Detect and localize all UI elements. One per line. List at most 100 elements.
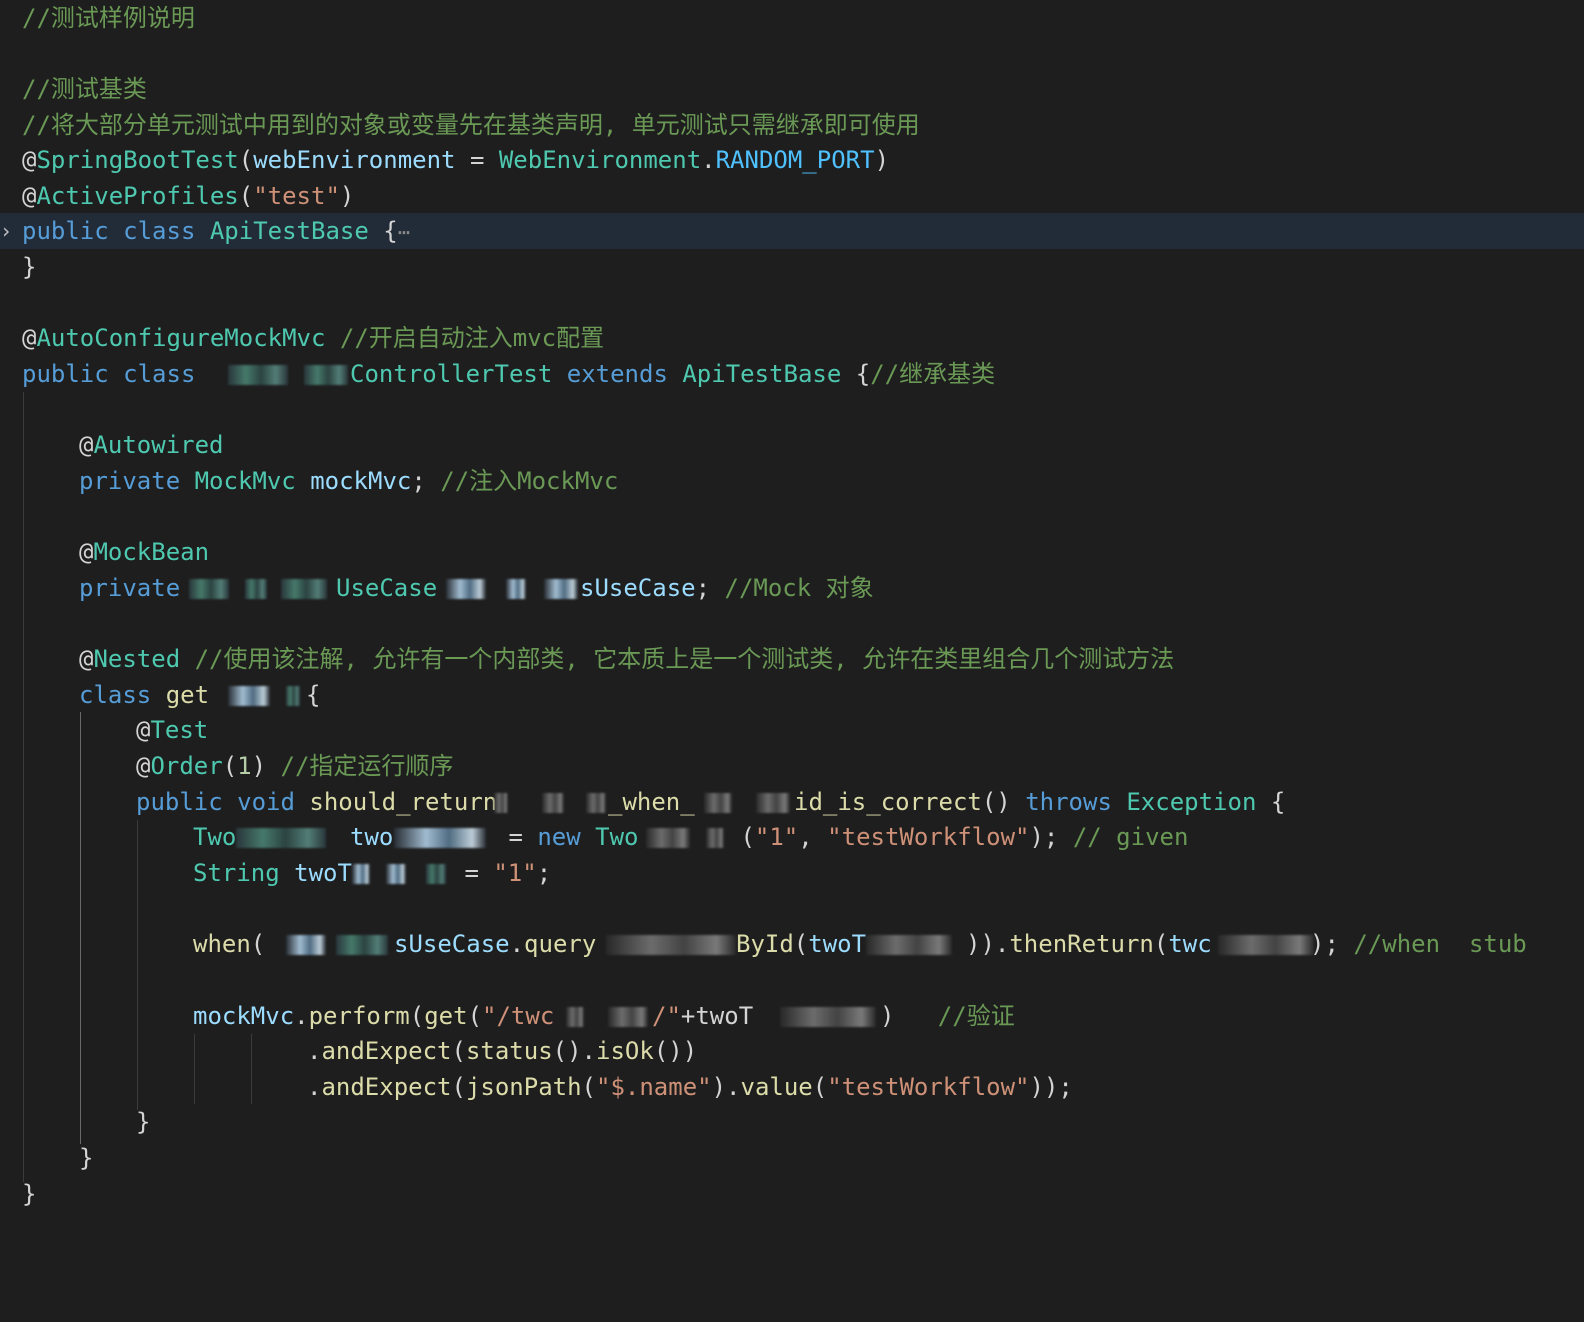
at-sign: @ (79, 645, 94, 673)
punct: { (1256, 788, 1286, 816)
class-name: ControllerTest (350, 360, 553, 388)
punct: . (307, 1037, 322, 1065)
punct: . (307, 1073, 322, 1101)
class-name: UseCase (336, 574, 438, 602)
annotation-line: @Nested //使用该注解, 允许有一个内部类, 它本质上是一个测试类, 允… (79, 641, 1174, 677)
punct: ( (793, 930, 809, 958)
code-line: when( sUseCase.query ById(twoT )).thenRe… (0, 926, 1584, 962)
comment: //开启自动注入mvc配置 (325, 324, 605, 352)
punct: ( (222, 752, 238, 780)
annotation-line: @Order(1) //指定运行顺序 (136, 748, 453, 784)
number-literal: 1 (237, 752, 252, 780)
operator: = (455, 146, 499, 174)
then-return: )).thenReturn(twc (966, 926, 1212, 962)
redacted-text (214, 677, 300, 713)
punct: ) (880, 1002, 895, 1030)
code-line: String twoT = "1"; (0, 855, 1584, 891)
class-name: ApiTestBase (682, 360, 842, 388)
when-call-rest: ById(twoT (736, 926, 866, 962)
code-line: .andExpect(jsonPath("$.name").value("tes… (0, 1069, 1584, 1105)
annotation-name: SpringBootTest (36, 146, 239, 174)
string-literal: "test" (253, 182, 340, 210)
method-declaration-rest: id_is_correct() throws Exception { (794, 784, 1285, 820)
redacted-text (214, 356, 348, 392)
keyword: private (79, 574, 195, 602)
constructor-call: = new Two (494, 819, 639, 855)
fold-chevron-icon[interactable]: › (0, 213, 12, 249)
string-literal: "/twc (482, 1002, 555, 1030)
at-sign: @ (22, 324, 37, 352)
comment: //验证 (894, 1002, 1015, 1030)
then-return-end: ); //when stub (1310, 926, 1527, 962)
class-name: get (165, 681, 210, 709)
redacted-text (352, 855, 446, 891)
code-line: @MockBean (0, 534, 1584, 570)
method-name: id_is_correct (794, 788, 982, 816)
closing-brace: } (136, 1108, 151, 1136)
code-line: //测试样例说明 (0, 0, 1584, 36)
method-declaration: public void should_return (136, 784, 497, 820)
punct: ; (411, 467, 441, 495)
punct: ()) (653, 1037, 698, 1065)
folded-ellipsis-icon[interactable]: ⋯ (398, 220, 410, 244)
class-name: ApiTestBase (209, 217, 369, 245)
code-line: @Autowired (0, 427, 1584, 463)
redacted-text (394, 819, 486, 855)
punct: (). (552, 1037, 597, 1065)
redacted-text (700, 784, 790, 820)
keyword: public class (22, 217, 210, 245)
annotation-line: @SpringBootTest(webEnvironment = WebEnvi… (22, 142, 889, 178)
string-literal: "testWorkflow" (827, 1073, 1030, 1101)
redacted-text (266, 926, 388, 962)
parameter-name: webEnvironment (253, 146, 456, 174)
string-literal: /" (652, 1002, 681, 1030)
code-line: @Order(1) //指定运行顺序 (0, 748, 1584, 784)
method-name: thenReturn (1009, 930, 1154, 958)
redacted-text (494, 784, 606, 820)
punct: { (368, 217, 398, 245)
comment: //测试基类 (22, 75, 147, 103)
comment: // given (1072, 823, 1189, 851)
code-line: } (0, 1176, 1584, 1212)
punct: . (294, 1002, 309, 1030)
code-line: @AutoConfigureMockMvc //开启自动注入mvc配置 (0, 320, 1584, 356)
method-name: query (524, 930, 597, 958)
punct: ( (238, 146, 254, 174)
code-line: Two two = new Two ("1", "testWorkflow");… (0, 819, 1584, 855)
punct: ( (812, 1073, 828, 1101)
annotation-line: @Test (136, 712, 208, 748)
redacted-text (596, 926, 736, 962)
field-name-rest: sUseCase; //Mock 对象 (580, 570, 874, 606)
string-literal: "1" (754, 823, 799, 851)
code-line-current[interactable]: › public class ApiTestBase {⋯ (0, 213, 1584, 249)
method-name: andExpect (321, 1073, 452, 1101)
when-call-mid: sUseCase.query (394, 926, 596, 962)
punct: ). (711, 1073, 741, 1101)
operator: = (450, 859, 494, 887)
method-name: status (465, 1037, 553, 1065)
annotation-line: @AutoConfigureMockMvc //开启自动注入mvc配置 (22, 320, 604, 356)
at-sign: @ (136, 716, 151, 744)
code-line: //将大部分单元测试中用到的对象或变量先在基类声明, 单元测试只需继承即可使用 (0, 107, 1584, 143)
code-line: @SpringBootTest(webEnvironment = WebEnvi… (0, 142, 1584, 178)
perform-call-end: ) //验证 (880, 998, 1015, 1034)
punct: { (841, 360, 871, 388)
annotation-name: Nested (93, 645, 181, 673)
method-name: value (740, 1073, 813, 1101)
class-name: Two (595, 823, 639, 851)
code-editor[interactable]: //测试样例说明 //测试基类 //将大部分单元测试中用到的对象或变量先在基类声… (0, 0, 1584, 1220)
closing-brace: } (79, 1144, 94, 1172)
code-line: } (0, 1140, 1584, 1176)
perform-call-mid: /"+twoT (652, 998, 753, 1034)
at-sign: @ (79, 431, 94, 459)
method-name: andExpect (321, 1037, 452, 1065)
redacted-text (770, 998, 876, 1034)
code-line: //测试基类 (0, 71, 1584, 107)
method-name: should_return (309, 788, 498, 816)
annotation-line: @ActiveProfiles("test") (22, 178, 354, 214)
punct: ) (874, 146, 890, 174)
code-line: } (0, 1104, 1584, 1140)
enum-constant: RANDOM_PORT (715, 146, 875, 174)
redacted-text (446, 570, 578, 606)
keyword: public void (136, 788, 310, 816)
